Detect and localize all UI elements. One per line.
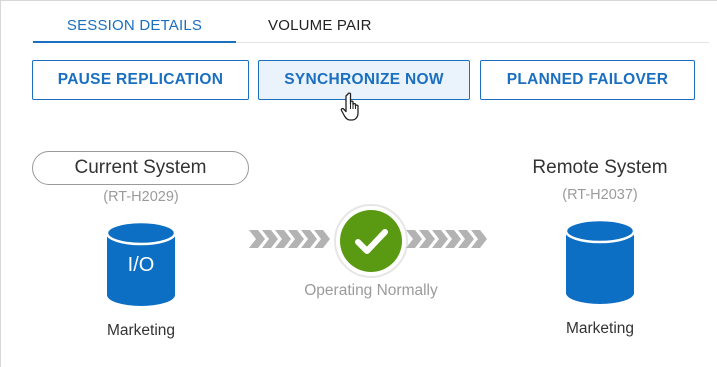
current-system-title: Current System bbox=[32, 151, 249, 185]
planned-failover-button[interactable]: PLANNED FAILOVER bbox=[480, 60, 695, 100]
synchronize-now-button[interactable]: SYNCHRONIZE NOW bbox=[258, 60, 470, 100]
tab-bar: SESSION DETAILS VOLUME PAIR bbox=[33, 11, 709, 43]
io-label: I/O bbox=[127, 254, 155, 276]
tab-session-details[interactable]: SESSION DETAILS bbox=[33, 11, 236, 41]
remote-volume-name: Marketing bbox=[565, 320, 635, 337]
hand-cursor-icon bbox=[340, 92, 359, 121]
pause-replication-button[interactable]: PAUSE REPLICATION bbox=[32, 60, 249, 100]
tab-volume-pair[interactable]: VOLUME PAIR bbox=[268, 11, 372, 41]
check-circle-icon bbox=[334, 204, 408, 278]
replication-status-text: Operating Normally bbox=[304, 282, 438, 299]
replication-arrows-icon bbox=[406, 230, 487, 248]
active-tab-indicator bbox=[33, 41, 236, 43]
database-icon bbox=[564, 219, 636, 304]
remote-system-id: (RT-H2037) bbox=[562, 187, 638, 203]
current-system-id: (RT-H2029) bbox=[103, 189, 179, 205]
replication-panel: SESSION DETAILS VOLUME PAIR PAUSE REPLIC… bbox=[0, 0, 717, 367]
current-volume-name: Marketing bbox=[106, 322, 176, 339]
replication-arrows-icon bbox=[249, 230, 330, 248]
remote-system-title: Remote System bbox=[532, 157, 668, 178]
